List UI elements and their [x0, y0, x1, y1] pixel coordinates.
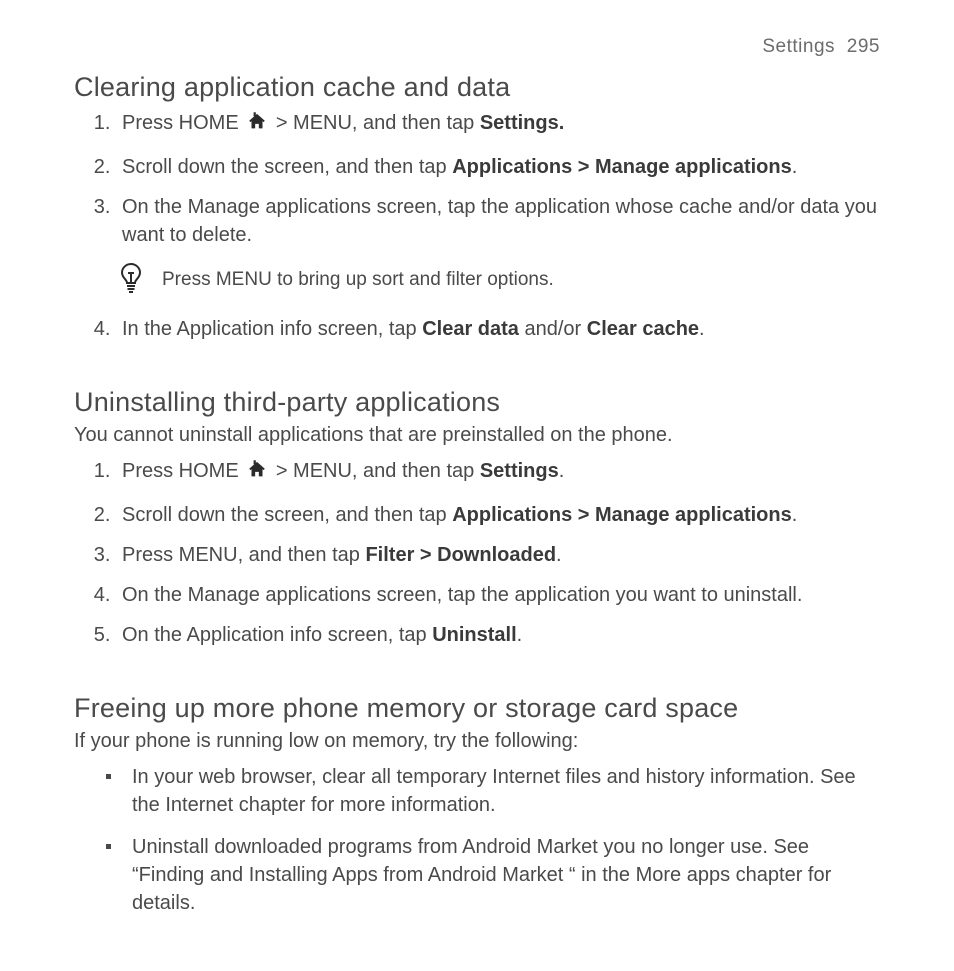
home-icon	[246, 111, 268, 141]
step-text: Scroll down the screen, and then tap	[122, 156, 452, 178]
document-page: Settings 295 Clearing application cache …	[0, 0, 954, 971]
step-text: .	[556, 544, 562, 566]
step-item: Scroll down the screen, and then tap App…	[116, 501, 880, 529]
header-section-label: Settings	[762, 36, 835, 57]
step-bold: Clear cache	[587, 318, 699, 340]
step-item: Press HOME > MENU, and then tap Settings…	[116, 457, 880, 489]
home-icon	[246, 459, 268, 489]
step-text: .	[792, 504, 798, 526]
step-item: On the Manage applications screen, tap t…	[116, 193, 880, 249]
step-text: .	[559, 460, 565, 482]
step-item: Press HOME > MENU, and then tap Settings…	[116, 109, 880, 141]
section-title: Uninstalling third-party applications	[74, 387, 880, 418]
step-text: On the Application info screen, tap	[122, 624, 432, 646]
step-list: Press HOME > MENU, and then tap Settings…	[74, 457, 880, 649]
tip-callout: Press MENU to bring up sort and filter o…	[118, 261, 880, 299]
step-text: Press MENU, and then tap	[122, 544, 365, 566]
step-list: Press HOME > MENU, and then tap Settings…	[74, 109, 880, 249]
step-bold: Settings.	[480, 112, 564, 134]
step-text: .	[517, 624, 523, 646]
step-text: .	[792, 156, 798, 178]
step-text: > MENU, and then tap	[276, 112, 480, 134]
step-text: On the Manage applications screen, tap t…	[122, 196, 877, 246]
step-text: On the Manage applications screen, tap t…	[122, 584, 802, 606]
step-item: On the Manage applications screen, tap t…	[116, 581, 880, 609]
step-text: .	[699, 318, 705, 340]
section-lead: You cannot uninstall applications that a…	[74, 422, 880, 449]
step-bold: Applications > Manage applications	[452, 504, 792, 526]
header-page-number: 295	[847, 36, 880, 57]
step-text: In the Application info screen, tap	[122, 318, 422, 340]
step-item: Press MENU, and then tap Filter > Downlo…	[116, 541, 880, 569]
step-bold: Applications > Manage applications	[452, 156, 792, 178]
bullet-list: In your web browser, clear all temporary…	[74, 763, 880, 917]
section-title: Clearing application cache and data	[74, 72, 880, 103]
lightbulb-icon	[118, 261, 144, 299]
bullet-item: Uninstall downloaded programs from Andro…	[98, 833, 880, 917]
step-item: Scroll down the screen, and then tap App…	[116, 153, 880, 181]
step-text: Scroll down the screen, and then tap	[122, 504, 452, 526]
step-item: On the Application info screen, tap Unin…	[116, 621, 880, 649]
step-bold: Clear data	[422, 318, 519, 340]
page-header: Settings 295	[74, 36, 880, 58]
tip-text: Press MENU to bring up sort and filter o…	[162, 269, 880, 291]
step-bold: Uninstall	[432, 624, 516, 646]
step-text: Press HOME	[122, 112, 244, 134]
bullet-text: Uninstall downloaded programs from Andro…	[132, 836, 831, 914]
section-lead: If your phone is running low on memory, …	[74, 728, 880, 755]
step-bold: Settings	[480, 460, 559, 482]
section-title: Freeing up more phone memory or storage …	[74, 693, 880, 724]
step-list: In the Application info screen, tap Clea…	[74, 315, 880, 343]
step-text: Press HOME	[122, 460, 244, 482]
bullet-item: In your web browser, clear all temporary…	[98, 763, 880, 819]
step-text: and/or	[524, 318, 586, 340]
step-item: In the Application info screen, tap Clea…	[116, 315, 880, 343]
step-bold: Filter > Downloaded	[365, 544, 556, 566]
bullet-text: In your web browser, clear all temporary…	[132, 766, 856, 816]
step-text: > MENU, and then tap	[276, 460, 480, 482]
